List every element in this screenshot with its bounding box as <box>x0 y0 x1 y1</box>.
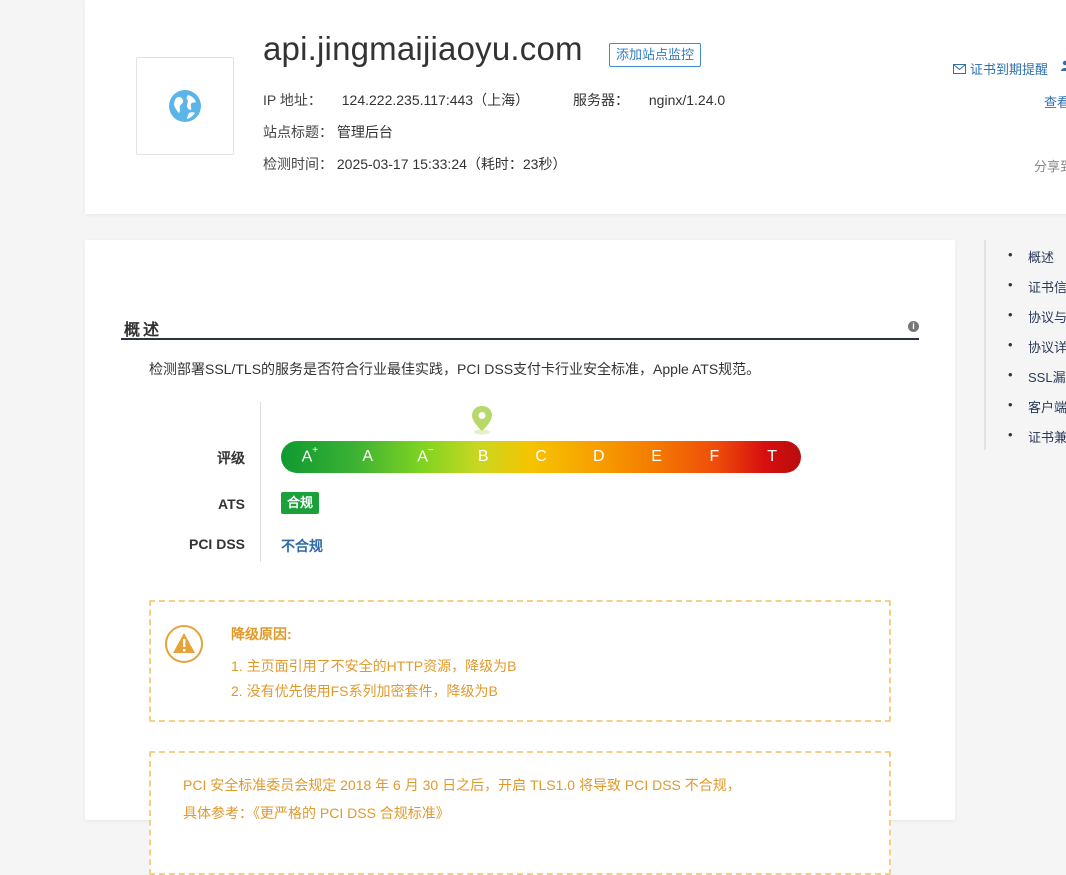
toc-item-cert-info[interactable]: 证书信 <box>1008 277 1066 296</box>
info-icon[interactable]: i <box>908 321 919 332</box>
toc-item-label: 客户端 <box>1028 400 1066 415</box>
toc-item-label: 概述 <box>1028 250 1055 265</box>
section-divider <box>121 338 919 340</box>
toc-item-label: 协议与 <box>1028 310 1066 325</box>
toc-item-label: 证书信 <box>1028 280 1066 295</box>
site-logo-box <box>136 57 234 155</box>
ip-label: IP 地址： <box>263 92 322 108</box>
grade-5: C <box>535 448 547 465</box>
pci-notice-box: PCI 安全标准委员会规定 2018 年 6 月 30 日之后，开启 TLS1.… <box>149 751 891 875</box>
site-title-label: 站点标题： <box>263 124 333 140</box>
pci-label: PCI DSS <box>188 536 245 552</box>
grade-7: E <box>651 448 662 465</box>
view-link[interactable]: 查看 <box>1044 92 1066 111</box>
toc-item-cert-compat[interactable]: 证书兼 <box>1008 427 1066 446</box>
add-monitor-button[interactable]: 添加站点监控 <box>609 43 702 67</box>
downgrade-reason-box: 降级原因: 1. 主页面引用了不安全的HTTP资源，降级为B 2. 没有优先使用… <box>149 600 891 722</box>
ip-row: IP 地址： 124.222.235.117:443（上海） <box>263 90 529 110</box>
toc-item-label: 证书兼 <box>1028 430 1066 445</box>
grade-scale-bar: A+ A A− B C D E F T <box>281 441 801 473</box>
warning-icon <box>165 625 203 663</box>
check-time-label: 检测时间： <box>263 156 333 172</box>
server-row: 服务器： nginx/1.24.0 <box>573 90 725 110</box>
cert-remind-link[interactable]: 证书到期提醒 <box>953 59 1048 78</box>
ip-value: 124.222.235.117:443（上海） <box>341 92 530 108</box>
grade-1: A+ <box>301 445 319 466</box>
grade-3: A− <box>417 445 434 466</box>
label-divider <box>260 402 261 562</box>
toc-item-label: SSL漏 <box>1028 370 1066 385</box>
globe-icon <box>169 90 201 122</box>
site-domain-title: api.jingmaijiaoyu.com <box>263 30 583 67</box>
cert-remind-label: 证书到期提醒 <box>970 62 1049 77</box>
pci-reference-link[interactable]: 具体参考：《更严格的 PCI DSS 合规标准》 <box>183 803 450 823</box>
rating-label: 评级 <box>217 450 245 466</box>
ats-label: ATS <box>218 496 245 512</box>
grade-6: D <box>593 448 605 465</box>
site-title-value: 管理后台 <box>336 124 393 140</box>
section-title: 概述 <box>124 322 163 339</box>
toc-item-label: 协议详 <box>1028 340 1066 355</box>
ats-status-badge: 合规 <box>281 492 320 514</box>
pci-notice-text: PCI 安全标准委员会规定 2018 年 6 月 30 日之后，开启 TLS1.… <box>183 777 741 793</box>
downgrade-title: 降级原因: <box>231 626 292 642</box>
share-link[interactable]: 分享到 <box>1034 156 1066 175</box>
overview-card: 概述 i 检测部署SSL/TLS的服务是否符合行业最佳实践，PCI DSS支付卡… <box>85 240 955 875</box>
mail-icon <box>953 63 966 74</box>
site-header-card: api.jingmaijiaoyu.com 添加站点监控 IP 地址： 124.… <box>85 0 1066 214</box>
toc-item-protocols[interactable]: 协议与 <box>1008 307 1066 326</box>
toc-item-overview[interactable]: 概述 <box>1008 247 1055 266</box>
site-title-row: 站点标题： 管理后台 <box>263 122 393 142</box>
check-time-row: 检测时间： 2025-03-17 15:33:24（耗时：23秒） <box>263 154 566 174</box>
toc-rail <box>984 240 986 450</box>
toc-item-clients[interactable]: 客户端 <box>1008 397 1066 416</box>
toc-item-ssl-vulns[interactable]: SSL漏 <box>1008 367 1066 386</box>
grade-4: B <box>477 448 489 465</box>
server-label: 服务器： <box>573 92 629 108</box>
server-value: nginx/1.24.0 <box>648 92 726 108</box>
toc-item-protocol-details[interactable]: 协议详 <box>1008 337 1066 356</box>
check-time-value: 2025-03-17 15:33:24（耗时：23秒） <box>336 156 567 172</box>
grade-8: F <box>709 448 720 465</box>
person-icon[interactable] <box>1061 60 1066 72</box>
grade-9: T <box>767 448 778 465</box>
downgrade-reason-item: 2. 没有优先使用FS系列加密套件，降级为B <box>231 683 498 699</box>
grade-pin-icon <box>472 406 492 435</box>
downgrade-reason-item: 1. 主页面引用了不安全的HTTP资源，降级为B <box>231 658 517 674</box>
overview-description: 检测部署SSL/TLS的服务是否符合行业最佳实践，PCI DSS支付卡行业安全标… <box>149 361 761 377</box>
grade-2: A <box>362 448 373 465</box>
pci-status-value: 不合规 <box>281 538 323 554</box>
